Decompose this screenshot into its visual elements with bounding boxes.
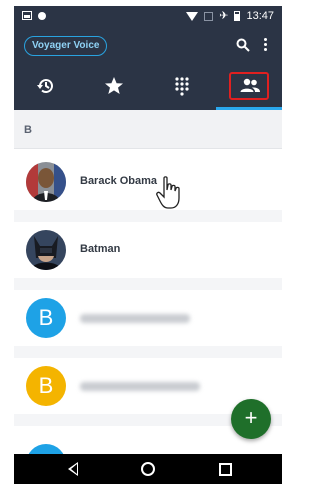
add-contact-fab[interactable]: + — [231, 399, 271, 439]
tab-history[interactable] — [16, 68, 76, 104]
contact-avatar-photo — [26, 230, 66, 270]
image-notification-icon — [22, 11, 32, 20]
hand-cursor-icon — [156, 176, 180, 209]
contact-avatar-photo — [26, 162, 66, 202]
no-signal-icon — [204, 11, 214, 21]
system-nav-bar — [14, 454, 282, 484]
blurred-contact-name — [80, 382, 200, 391]
battery-icon — [234, 11, 241, 21]
history-icon — [37, 79, 53, 94]
section-letter: B — [24, 124, 32, 136]
contact-row-batman[interactable]: Batman — [14, 222, 282, 278]
contact-letter-avatar: B — [26, 298, 66, 338]
contact-row-blurred[interactable]: B — [14, 290, 282, 346]
section-header: B — [14, 110, 282, 149]
status-right: ✈ 13:47 — [186, 10, 274, 22]
row-separator — [14, 346, 282, 358]
recents-icon[interactable] — [219, 463, 232, 476]
airplane-mode-icon: ✈ — [219, 9, 229, 22]
contact-name: Barack Obama — [80, 175, 158, 187]
contact-letter-avatar: B — [26, 366, 66, 406]
status-bar: ✈ 13:47 — [14, 6, 282, 28]
tab-dialpad[interactable] — [152, 68, 212, 104]
overflow-menu-icon[interactable] — [262, 38, 268, 52]
account-chip[interactable]: Voyager Voice — [24, 36, 108, 56]
phone-screen: ✈ 13:47 Voyager Voice B Barack Obama Bat… — [14, 6, 282, 484]
contact-name: Batman — [80, 243, 121, 255]
status-time: 13:47 — [246, 10, 274, 22]
contacts-tab-highlight — [229, 72, 269, 100]
notification-dot-icon — [38, 11, 46, 20]
row-separator — [14, 278, 282, 290]
wifi-icon — [186, 11, 199, 21]
blurred-contact-name — [80, 314, 190, 323]
contact-row-barack-obama[interactable]: Barack Obama — [14, 154, 282, 210]
search-icon[interactable] — [236, 38, 250, 52]
dialpad-icon — [175, 77, 189, 96]
row-separator — [14, 210, 282, 222]
star-icon — [105, 77, 123, 94]
status-left — [22, 11, 46, 20]
app-header: Voyager Voice — [14, 28, 282, 110]
home-icon[interactable] — [141, 462, 155, 476]
back-icon[interactable] — [68, 462, 78, 476]
tab-favorites[interactable] — [84, 68, 144, 104]
